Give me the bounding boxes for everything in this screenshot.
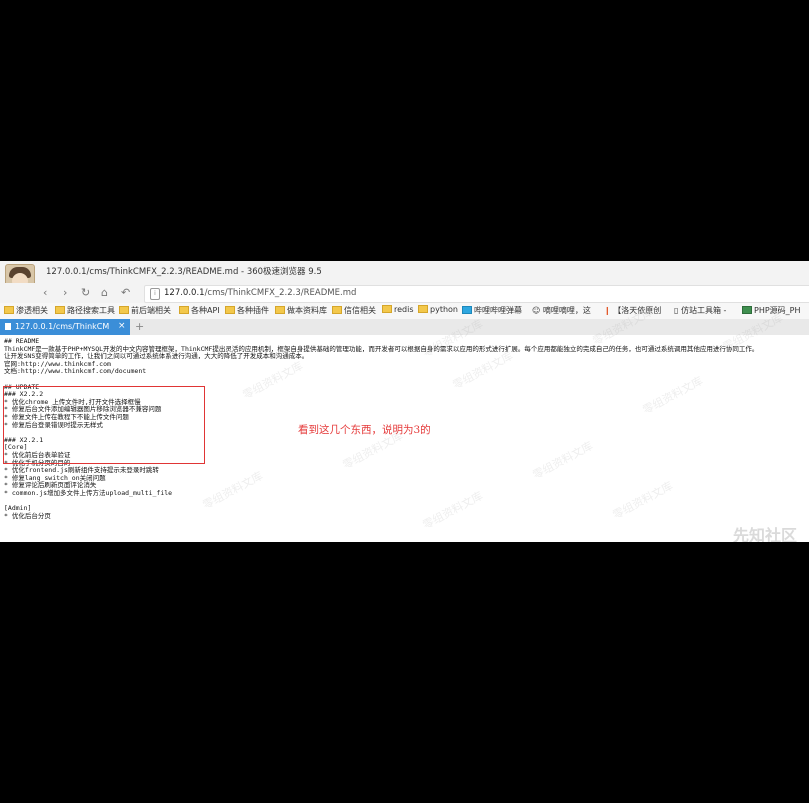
navigation-bar: ‹ › ↻ ⌂ ↶ i 127.0.0.1/cms/ThinkCMFX_2.2.… [0, 283, 809, 303]
new-tab-button[interactable]: + [135, 320, 144, 333]
page-icon: ❙ [604, 306, 614, 315]
document-icon: ▯ [674, 306, 681, 315]
reload-icon[interactable]: ↻ [81, 286, 90, 300]
address-bar[interactable]: i 127.0.0.1/cms/ThinkCMFX_2.2.3/README.m… [144, 285, 809, 303]
browser-window: 127.0.0.1/cms/ThinkCMFX_2.2.3/README.md … [0, 261, 809, 542]
watermark: 零组资料文库 [200, 469, 266, 512]
bookmarks-bar: 渗透相关 路径搜索工具 前后端相关 各种API 各种插件 做本资料库 信信相关 … [0, 303, 809, 320]
chevron-left-icon[interactable]: ‹ [43, 286, 47, 300]
watermark: 零组资料文库 [530, 439, 596, 482]
folder-icon [225, 306, 235, 314]
corner-watermark: 先知社区 [732, 526, 797, 542]
window-title: 127.0.0.1/cms/ThinkCMFX_2.2.3/README.md … [46, 267, 322, 277]
bookmark-item[interactable]: 各种API [179, 305, 220, 316]
smile-icon: ☺ [532, 306, 543, 315]
bookmark-item[interactable]: ▯ 仿站工具箱 - [674, 305, 726, 316]
bilibili-icon [462, 306, 472, 314]
bookmark-item[interactable]: 哔哩哔哩弹幕 [462, 305, 522, 316]
bookmark-item[interactable]: 路径搜索工具 [55, 305, 115, 316]
tab-bar: 127.0.0.1/cms/ThinkCM × + [0, 319, 809, 335]
page-content: ## README ThinkCMF是一款基于PHP+MYSQL开发的中文内容管理… [0, 305, 809, 542]
folder-icon [332, 306, 342, 314]
undo-icon[interactable]: ↶ [121, 286, 130, 300]
close-icon[interactable]: × [118, 321, 126, 331]
watermark: 零组资料文库 [450, 349, 516, 392]
bookmark-item[interactable]: python [418, 305, 458, 314]
watermark: 零组资料文库 [420, 489, 486, 532]
bookmark-item[interactable]: redis [382, 305, 414, 314]
bookmark-item[interactable]: ☺ 嘀哩嘀哩，这 [532, 305, 591, 316]
watermark: 零组资料文库 [340, 429, 406, 472]
page-icon [5, 323, 11, 330]
readme-line: * 优化后台分页 [4, 511, 51, 520]
folder-icon [119, 306, 129, 314]
bookmark-item[interactable]: 各种插件 [225, 305, 269, 316]
readme-line: 文档:http://www.thinkcmf.com/document [4, 367, 147, 376]
url-path: /cms/ThinkCMFX_2.2.3/README.md [204, 288, 357, 298]
url-host: 127.0.0.1 [164, 288, 205, 298]
folder-icon [179, 306, 189, 314]
readme-line: * common.js增加多文件上传方法upload_multi_file [4, 489, 173, 497]
site-icon [742, 306, 752, 314]
watermark: 零组资料文库 [240, 359, 306, 402]
bookmark-item[interactable]: 前后端相关 [119, 305, 171, 316]
folder-icon [418, 305, 428, 313]
bookmark-item[interactable]: 渗透相关 [4, 305, 48, 316]
watermark: 零组资料文库 [610, 479, 676, 522]
tab-readme[interactable]: 127.0.0.1/cms/ThinkCM × [0, 319, 130, 335]
page-info-icon[interactable]: i [150, 288, 160, 300]
bookmark-item[interactable]: 信信相关 [332, 305, 376, 316]
home-icon[interactable]: ⌂ [101, 286, 108, 300]
bookmark-item[interactable]: 做本资料库 [275, 305, 327, 316]
folder-icon [4, 306, 14, 314]
watermark: 零组资料文库 [640, 374, 706, 417]
tab-label: 127.0.0.1/cms/ThinkCM [15, 322, 110, 331]
highlight-box [3, 386, 205, 464]
folder-icon [382, 305, 392, 313]
annotation-text: 看到这几个东西，说明为3的 [298, 424, 431, 436]
chevron-right-icon[interactable]: › [63, 286, 67, 300]
url-text: 127.0.0.1/cms/ThinkCMFX_2.2.3/README.md [164, 288, 356, 298]
folder-icon [275, 306, 285, 314]
title-bar: 127.0.0.1/cms/ThinkCMFX_2.2.3/README.md … [0, 261, 809, 294]
folder-icon [55, 306, 65, 314]
